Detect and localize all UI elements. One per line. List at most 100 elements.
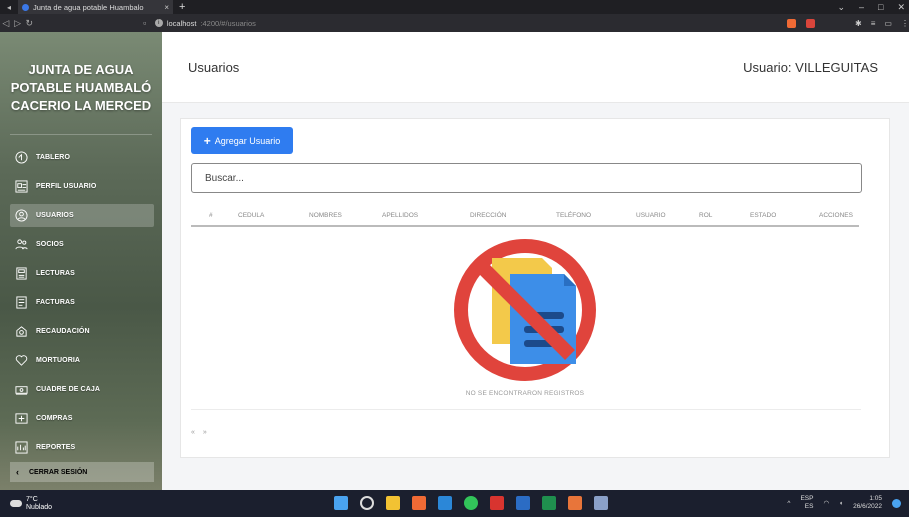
volume-icon[interactable]: ◖	[839, 500, 843, 507]
menu-icon[interactable]: ⋮	[901, 19, 909, 28]
cart-icon	[14, 412, 28, 426]
sidebar-item-label: COMPRAS	[36, 415, 73, 422]
cashbox-icon	[14, 383, 28, 397]
file-explorer-icon[interactable]	[386, 496, 400, 510]
current-user: Usuario: VILLEGUITAS	[743, 59, 878, 75]
column-header[interactable]: USUARIO	[636, 212, 666, 219]
windows-start-icon[interactable]	[334, 496, 348, 510]
playlist-icon[interactable]: ≡	[871, 19, 876, 28]
maximize-icon[interactable]: □	[878, 0, 883, 14]
brave-shield-icon[interactable]	[787, 18, 797, 28]
wifi-icon[interactable]: ◠	[823, 499, 829, 507]
language-indicator[interactable]: ESP ES	[800, 495, 813, 511]
column-header[interactable]: DIRECCIÓN	[470, 212, 506, 219]
column-header[interactable]: #	[209, 212, 213, 219]
sidebar-item-reportes[interactable]: REPORTES	[10, 436, 154, 459]
extensions-icon[interactable]: ✱	[855, 19, 862, 28]
users-card: + Agregar Usuario Buscar... # CEDULA NOM…	[180, 118, 890, 458]
column-header[interactable]: NOMBRES	[309, 212, 342, 219]
browser-tools: ✱ ≡ ▭ ⋮	[855, 19, 909, 28]
column-header[interactable]: APELLIDOS	[382, 212, 418, 219]
search-icon[interactable]	[360, 496, 374, 510]
minimize-icon[interactable]: –	[859, 0, 864, 14]
reload-icon[interactable]: ↻	[23, 18, 35, 29]
sidebar-item-usuarios[interactable]: USUARIOS	[10, 204, 154, 227]
brand-line: CACERIO LA MERCED	[10, 98, 152, 113]
forward-icon[interactable]: ▷	[12, 18, 24, 29]
sidebar-item-compras[interactable]: COMPRAS	[10, 407, 154, 430]
sidebar-item-label: CUADRE DE CAJA	[36, 386, 101, 393]
reports-icon	[14, 441, 28, 455]
sidebar-item-lecturas[interactable]: LECTURAS	[10, 262, 154, 285]
users-icon	[14, 209, 28, 223]
sidebar-toggle-icon[interactable]: ▭	[884, 19, 892, 28]
system-tray: ^ ESP ES ◠ ◖ 1:05 26/6/2022	[787, 495, 901, 511]
group-icon	[14, 238, 28, 252]
no-records-icon	[454, 239, 596, 381]
brave-browser-icon[interactable]	[412, 496, 426, 510]
tab-close-icon[interactable]: ×	[164, 3, 169, 12]
table-header: # CEDULA NOMBRES APELLIDOS DIRECCIÓN TEL…	[191, 205, 859, 227]
browser-tab[interactable]: Junta de agua potable Huambalo ×	[18, 0, 173, 14]
next-page-button[interactable]: »	[203, 429, 207, 436]
close-window-icon[interactable]: ✕	[897, 0, 905, 14]
prev-page-button[interactable]: «	[191, 429, 195, 436]
sidebar-item-cuadre-de-caja[interactable]: CUADRE DE CAJA	[10, 378, 154, 401]
profile-card-icon	[14, 180, 28, 194]
sidebar-item-label: USUARIOS	[36, 212, 74, 219]
window-controls: ⌄ – □ ✕	[837, 0, 905, 14]
clock[interactable]: 1:05 26/6/2022	[853, 495, 882, 511]
sidebar: JUNTA DE AGUA POTABLE HUAMBALÓ CACERIO L…	[0, 32, 162, 490]
sidebar-item-facturas[interactable]: FACTURAS	[10, 291, 154, 314]
logout-label: CERRAR SESIÓN	[29, 468, 88, 476]
sidebar-item-socios[interactable]: SOCIOS	[10, 233, 154, 256]
brand-title: JUNTA DE AGUA POTABLE HUAMBALÓ CACERIO L…	[0, 61, 162, 115]
column-header[interactable]: CEDULA	[238, 212, 264, 219]
column-header[interactable]: ACCIONES	[819, 212, 853, 219]
back-icon[interactable]: ◁	[0, 18, 12, 29]
browser-tab-bar: ◂ Junta de agua potable Huambalo × + ⌄ –…	[0, 0, 909, 14]
taskbar-apps	[334, 496, 608, 510]
os-taskbar: 7°C Nublado ^ ESP ES ◠ ◖ 1:05 26/6/2022	[0, 490, 909, 517]
app-window-icon[interactable]	[594, 496, 608, 510]
site-info-icon[interactable]: i	[154, 19, 163, 27]
sidebar-item-perfil-usuario[interactable]: PERFIL USUARIO	[10, 175, 154, 198]
brave-rewards-icon[interactable]	[806, 18, 816, 28]
add-user-button[interactable]: + Agregar Usuario	[191, 127, 293, 154]
sidebar-item-label: SOCIOS	[36, 241, 64, 248]
sidebar-item-mortuoria[interactable]: MORTUORIA	[10, 349, 154, 372]
address-bar: ◁ ▷ ↻ ▫ i localhost:4200/#/usuarios ✱ ≡ …	[0, 14, 909, 32]
sidebar-item-label: RECAUDACIÓN	[36, 328, 90, 335]
word-icon[interactable]	[516, 496, 530, 510]
whatsapp-icon[interactable]	[464, 496, 478, 510]
app-orange-icon[interactable]	[568, 496, 582, 510]
weather-widget[interactable]: 7°C Nublado	[10, 496, 52, 512]
tab-scroll-icon[interactable]: ◂	[0, 3, 18, 12]
empty-state: NO SE ENCONTRARON REGISTROS	[189, 227, 861, 409]
notification-icon[interactable]	[892, 498, 901, 508]
tray-expand-icon[interactable]: ^	[787, 500, 790, 507]
bookmark-icon[interactable]: ▫	[143, 18, 155, 28]
language-label: ESP	[800, 495, 814, 502]
plus-icon: +	[203, 133, 211, 148]
app-red-icon[interactable]	[490, 496, 504, 510]
sidebar-item-label: PERFIL USUARIO	[36, 183, 97, 190]
dashboard-icon	[14, 151, 28, 165]
vscode-icon[interactable]	[438, 496, 452, 510]
logout-button[interactable]: ‹ CERRAR SESIÓN	[10, 462, 154, 482]
sidebar-item-label: MORTUORIA	[36, 357, 81, 364]
url-path: :4200/#/usuarios	[200, 18, 256, 28]
excel-icon[interactable]	[542, 496, 556, 510]
column-header[interactable]: ESTADO	[750, 212, 776, 219]
sidebar-item-tablero[interactable]: TABLERO	[10, 146, 154, 169]
new-tab-button[interactable]: +	[179, 1, 185, 13]
column-header[interactable]: TELÉFONO	[556, 212, 591, 219]
tab-search-icon[interactable]: ⌄	[837, 0, 845, 14]
search-input[interactable]: Buscar...	[191, 163, 862, 193]
sidebar-item-recaudacion[interactable]: RECAUDACIÓN	[10, 320, 154, 343]
url-field[interactable]: i localhost:4200/#/usuarios	[154, 18, 623, 28]
main-content: Usuarios Usuario: VILLEGUITAS + Agregar …	[162, 32, 909, 490]
search-placeholder: Buscar...	[205, 172, 244, 184]
weather-temp: 7°C	[26, 495, 38, 503]
column-header[interactable]: ROL	[699, 212, 712, 219]
